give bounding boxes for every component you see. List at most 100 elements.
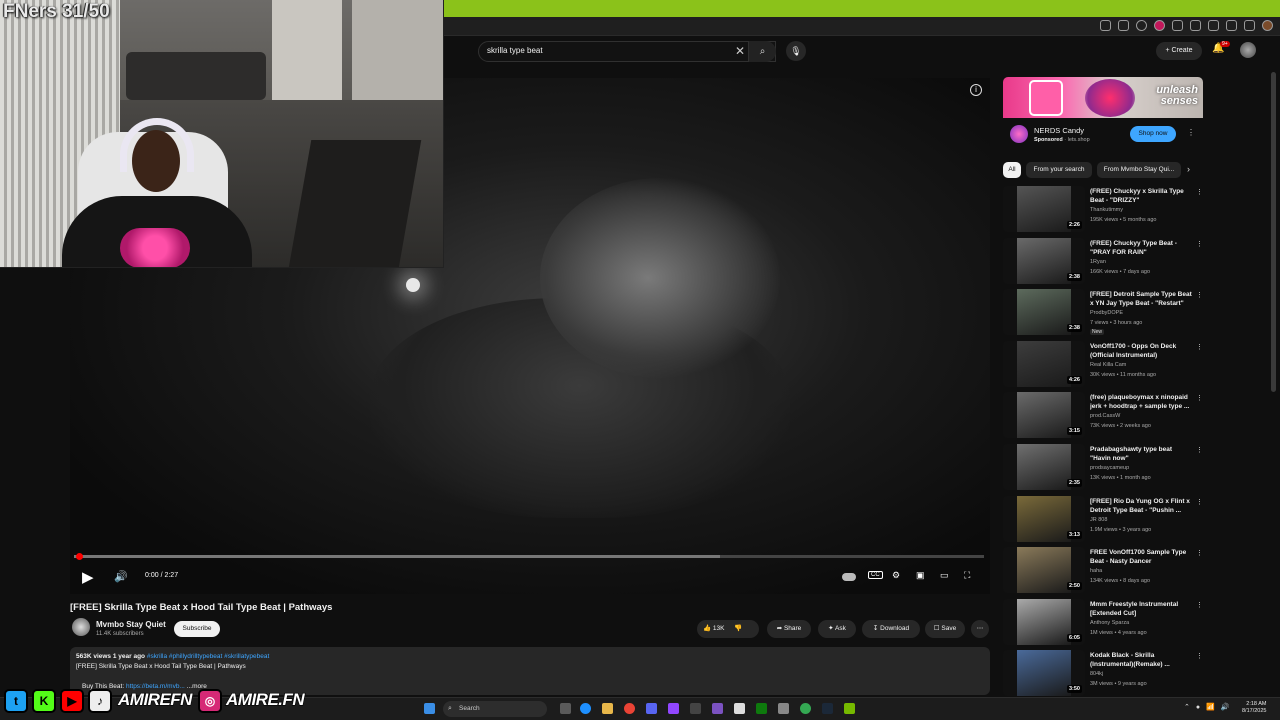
ad-title[interactable]: NERDS Candy bbox=[1034, 126, 1084, 135]
video-thumbnail[interactable]: 2:38 bbox=[1003, 289, 1085, 336]
recommendation-title[interactable]: Kodak Black - Skrilla (Instrumental)(Rem… bbox=[1090, 651, 1194, 669]
recommendation-channel[interactable]: prod.CassW bbox=[1090, 413, 1120, 419]
recommendation-title[interactable]: Pradabagshawty type beat "Havin now" bbox=[1090, 445, 1194, 463]
ask-button[interactable]: ✦ Ask bbox=[818, 620, 856, 638]
settings-gear-icon[interactable] bbox=[778, 703, 789, 714]
extension-icon[interactable] bbox=[1172, 20, 1183, 31]
more-vert-icon[interactable]: ⋮ bbox=[1196, 601, 1203, 609]
video-thumbnail[interactable]: 4:26 bbox=[1003, 340, 1085, 387]
more-vert-icon[interactable]: ⋮ bbox=[1196, 549, 1203, 557]
search-input[interactable]: skrilla type beat ✕ bbox=[478, 41, 776, 62]
more-vert-icon[interactable]: ⋮ bbox=[1196, 394, 1203, 402]
extension-icon[interactable] bbox=[1190, 20, 1201, 31]
steam-icon[interactable] bbox=[822, 703, 833, 714]
recommendation-channel[interactable]: Anthony Sparza bbox=[1090, 620, 1129, 626]
recommendation-item[interactable]: 2:38 [FREE] Detroit Sample Type Beat x YN… bbox=[1003, 289, 1203, 341]
more-vert-icon[interactable]: ⋮ bbox=[1196, 446, 1203, 454]
chip-from-your-search[interactable]: From your search bbox=[1026, 162, 1092, 178]
search-button[interactable]: ⌕ bbox=[748, 41, 776, 62]
more-vert-icon[interactable]: ⋮ bbox=[1187, 128, 1195, 137]
subscribe-button[interactable]: Subscribe bbox=[174, 621, 220, 637]
recommendation-item[interactable]: 3:13 [FREE] Rio Da Yung OG x Flint x Detr… bbox=[1003, 495, 1203, 548]
more-vert-icon[interactable]: ⋮ bbox=[1196, 498, 1203, 506]
recommendation-item[interactable]: 6:05 Mmm Freestyle Instrumental [Extended… bbox=[1003, 598, 1203, 651]
profile-icon[interactable] bbox=[1154, 20, 1165, 31]
save-button[interactable]: ☐ Save bbox=[925, 620, 965, 638]
chip-all[interactable]: All bbox=[1003, 162, 1021, 178]
recommendation-title[interactable]: VonOff1700 - Opps On Deck (Official Inst… bbox=[1090, 342, 1194, 360]
scrubber-handle[interactable] bbox=[76, 553, 83, 560]
settings-gear-icon[interactable]: ⚙ bbox=[892, 570, 900, 581]
recommendation-title[interactable]: FREE VonOff1700 Sample Type Beat - Nasty… bbox=[1090, 548, 1194, 566]
taskbar-clock[interactable]: 2:18 AM 8/17/2025 bbox=[1242, 701, 1266, 715]
windows-start-icon[interactable] bbox=[424, 703, 435, 714]
thumbs-down-icon[interactable]: 👎 bbox=[734, 625, 742, 632]
recommendation-item[interactable]: 2:35 Pradabagshawty type beat "Havin now"… bbox=[1003, 443, 1203, 496]
reader-icon[interactable] bbox=[1118, 20, 1129, 31]
recommendation-item[interactable]: 3:15 (free) plaqueboymax x ninopaid jerk … bbox=[1003, 392, 1203, 444]
video-thumbnail[interactable]: 3:50 bbox=[1003, 650, 1085, 697]
bookmark-star-icon[interactable] bbox=[1136, 20, 1147, 31]
theater-icon[interactable]: ▭ bbox=[940, 570, 949, 581]
hashtags[interactable]: #skrilla #phillydrilltypebeat #skrillaty… bbox=[147, 653, 269, 660]
more-vert-icon[interactable]: ⋮ bbox=[1196, 291, 1203, 299]
recommendation-title[interactable]: (FREE) Chuckyy Type Beat - "PRAY FOR RAI… bbox=[1090, 239, 1194, 257]
mic-icon[interactable]: 🎙 bbox=[786, 41, 806, 61]
system-tray[interactable]: ⌃●📶🔊 bbox=[1184, 703, 1236, 711]
twitch-icon[interactable] bbox=[668, 703, 679, 714]
recommendation-title[interactable]: Mmm Freestyle Instrumental [Extended Cut… bbox=[1090, 600, 1194, 618]
bell-icon[interactable]: 🔔 9+ bbox=[1212, 41, 1230, 59]
info-icon[interactable]: i bbox=[970, 84, 982, 96]
more-vert-icon[interactable]: ⋮ bbox=[1196, 652, 1203, 660]
taskbar-search[interactable]: ⌕ Search bbox=[443, 701, 547, 717]
download-button[interactable]: ↧ Download bbox=[862, 620, 920, 638]
recommendation-item[interactable]: 2:50 FREE VonOff1700 Sample Type Beat - N… bbox=[1003, 547, 1203, 599]
nvidia-icon[interactable] bbox=[844, 703, 855, 714]
create-button[interactable]: + Create bbox=[1156, 42, 1202, 60]
ad-banner[interactable]: unleash senses bbox=[1003, 77, 1203, 118]
document-icon[interactable] bbox=[734, 703, 745, 714]
more-actions-button[interactable]: ⋯ bbox=[971, 620, 989, 638]
recommendation-channel[interactable]: ProdbyDOPE bbox=[1090, 310, 1123, 316]
recommendation-channel[interactable]: prodsaycameup bbox=[1090, 465, 1129, 471]
chip-from-channel[interactable]: From Mvmbo Stay Qui... bbox=[1097, 162, 1181, 178]
more-vert-icon[interactable]: ⋮ bbox=[1196, 188, 1203, 196]
fullscreen-icon[interactable]: ⛶ bbox=[964, 570, 970, 581]
chrome-icon[interactable] bbox=[624, 703, 635, 714]
volume-icon[interactable]: 🔊 bbox=[114, 570, 128, 583]
recommendation-title[interactable]: (FREE) Chuckyy x Skrilla Type Beat - "DR… bbox=[1090, 187, 1194, 205]
shop-now-button[interactable]: Shop now bbox=[1130, 126, 1176, 142]
share-button[interactable]: ➦ Share bbox=[767, 620, 811, 638]
extension-icon[interactable] bbox=[1244, 20, 1255, 31]
captions-icon[interactable]: CC bbox=[868, 571, 883, 579]
recommendation-channel[interactable]: Real Killa Cam bbox=[1090, 362, 1126, 368]
recommendation-channel[interactable]: Thankutimmy bbox=[1090, 207, 1123, 213]
video-thumbnail[interactable]: 3:15 bbox=[1003, 392, 1085, 439]
recommendation-channel[interactable]: haha bbox=[1090, 568, 1102, 574]
recommendation-title[interactable]: [FREE] Rio Da Yung OG x Flint x Detroit … bbox=[1090, 497, 1194, 515]
advertiser-logo[interactable] bbox=[1010, 125, 1028, 143]
close-icon[interactable]: ✕ bbox=[735, 44, 745, 58]
recommendation-channel[interactable]: 804kj bbox=[1090, 671, 1103, 677]
more-vert-icon[interactable]: ⋮ bbox=[1196, 343, 1203, 351]
folder-icon[interactable] bbox=[602, 703, 613, 714]
play-icon[interactable]: ▶ bbox=[82, 568, 94, 586]
xbox-icon[interactable] bbox=[756, 703, 767, 714]
recommendation-item[interactable]: 4:26 VonOff1700 - Opps On Deck (Official … bbox=[1003, 340, 1203, 393]
video-thumbnail[interactable]: 2:50 bbox=[1003, 547, 1085, 594]
chevron-right-icon[interactable]: › bbox=[1187, 164, 1190, 174]
video-thumbnail[interactable]: 2:38 bbox=[1003, 237, 1085, 284]
recommendation-item[interactable]: 2:26 (FREE) Chuckyy x Skrilla Type Beat -… bbox=[1003, 186, 1203, 238]
recommendation-channel[interactable]: 1Ryan bbox=[1090, 259, 1106, 265]
discord-icon[interactable] bbox=[646, 703, 657, 714]
video-thumbnail[interactable]: 2:35 bbox=[1003, 443, 1085, 490]
app-icon[interactable] bbox=[690, 703, 701, 714]
recommendation-channel[interactable]: JR 808 bbox=[1090, 517, 1107, 523]
more-vert-icon[interactable]: ⋮ bbox=[1196, 240, 1203, 248]
scrollbar[interactable] bbox=[1271, 72, 1276, 392]
task-view-icon[interactable] bbox=[560, 703, 571, 714]
channel-avatar[interactable] bbox=[72, 618, 90, 636]
extension-icon[interactable] bbox=[1226, 20, 1237, 31]
channel-name[interactable]: Mvmbo Stay Quiet bbox=[96, 620, 166, 629]
app-icon[interactable] bbox=[712, 703, 723, 714]
